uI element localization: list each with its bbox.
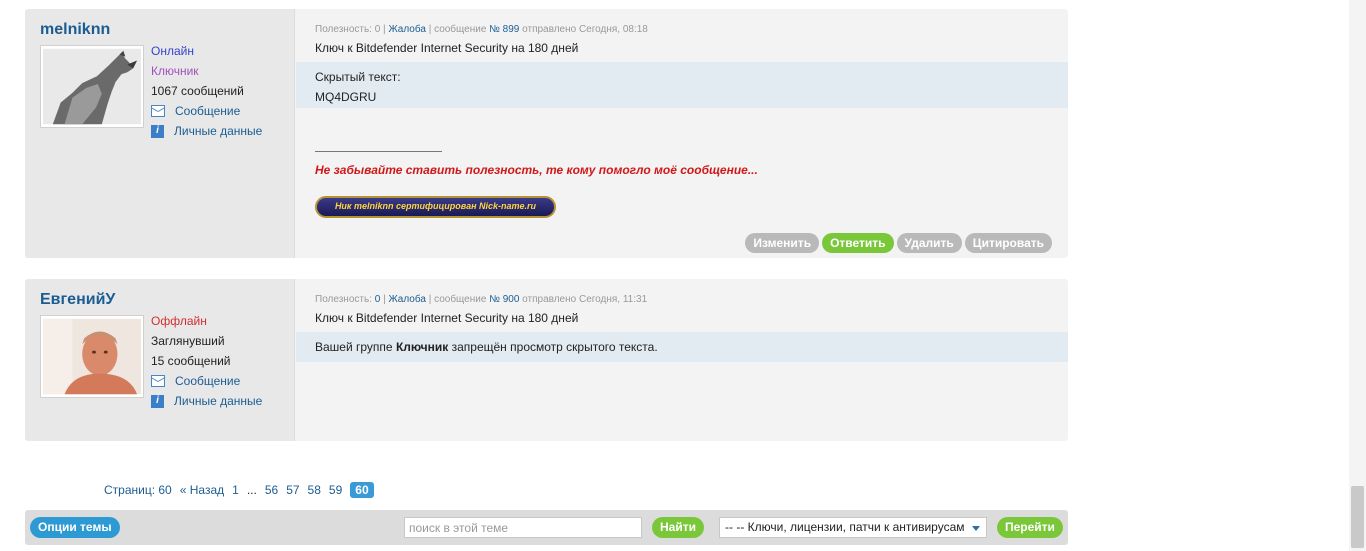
current-page: 60 [350, 482, 374, 498]
chevron-down-icon [972, 526, 980, 531]
hidden-text-box: Скрытый текст: MQ4DGRU [296, 62, 1068, 108]
post-899: melniknn Онлайн Ключник 1067 сообщений С… [25, 9, 1068, 258]
hidden-text-value: MQ4DGRU [315, 90, 377, 104]
info-icon: i [151, 124, 164, 138]
profile-link[interactable]: i Личные данные [151, 121, 262, 141]
prev-page-link[interactable]: « Назад [180, 483, 224, 497]
user-info: Оффлайн Заглянувший 15 сообщений Сообщен… [151, 311, 262, 411]
hidden-text-notice: Вашей группе Ключник запрещён просмотр с… [296, 332, 1068, 362]
signature-divider [315, 151, 442, 152]
meta-msg-prefix: | сообщение [425, 294, 490, 305]
meta-msg-prefix: | сообщение [425, 24, 490, 35]
edit-button[interactable]: Изменить [745, 233, 820, 253]
complaint-link[interactable]: Жалоба [388, 294, 425, 305]
forum-jump-value: -- -- Ключи, лицензии, патчи к антивирус… [725, 520, 965, 534]
page-link[interactable]: 58 [308, 483, 321, 497]
post-subject: Ключ к Bitdefender Internet Security на … [315, 41, 579, 55]
user-role: Ключник [151, 64, 199, 78]
signature-text: Не забывайте ставить полезность, те кому… [315, 163, 758, 177]
envelope-icon [151, 375, 165, 387]
profile-label: Личные данные [174, 394, 263, 408]
post-count: 1067 сообщений [151, 84, 244, 98]
post-author-panel: ЕвгенийУ Оффлайн Заглянувший 15 сообщени… [25, 279, 295, 441]
delete-button[interactable]: Удалить [896, 233, 962, 253]
envelope-icon [151, 105, 165, 117]
page-scrollbar[interactable] [1349, 0, 1366, 551]
meta-sent-time: отправлено Сегодня, 11:31 [519, 294, 648, 305]
reply-button[interactable]: Ответить [822, 233, 894, 253]
post-author-panel: melniknn Онлайн Ключник 1067 сообщений С… [25, 9, 295, 258]
topic-toolbar: Опции темы Найти -- -- Ключи, лицензии, … [25, 510, 1068, 545]
hidden-text-label: Скрытый текст: [315, 70, 401, 84]
pages-total-link[interactable]: Страниц: 60 [104, 483, 172, 497]
post-900: ЕвгенийУ Оффлайн Заглянувший 15 сообщени… [25, 279, 1068, 441]
page-link[interactable]: 59 [329, 483, 342, 497]
wolf-avatar-image [43, 48, 141, 125]
avatar[interactable] [40, 45, 144, 128]
user-info: Онлайн Ключник 1067 сообщений Сообщение … [151, 41, 262, 141]
post-number-link[interactable]: № 899 [489, 24, 519, 35]
online-status: Онлайн [151, 44, 194, 58]
page-link[interactable]: 57 [286, 483, 299, 497]
profile-label: Личные данные [174, 124, 263, 138]
post-meta: Полезность: 0 | Жалоба | сообщение № 900… [315, 294, 647, 305]
quote-button[interactable]: Цитировать [964, 233, 1052, 253]
post-content: Полезность: 0 | Жалоба | сообщение № 900… [296, 279, 1068, 441]
post-content: Полезность: 0 | Жалоба | сообщение № 899… [296, 9, 1068, 258]
user-role: Заглянувший [151, 334, 225, 348]
pagination: Страниц: 60 « Назад 1 ... 56 57 58 59 60 [104, 482, 382, 498]
username[interactable]: melniknn [40, 21, 110, 39]
post-number-link[interactable]: № 900 [489, 294, 519, 305]
scrollbar-thumb[interactable] [1351, 486, 1364, 548]
topic-options-button[interactable]: Опции темы [30, 517, 120, 538]
find-button[interactable]: Найти [652, 517, 704, 538]
offline-status: Оффлайн [151, 314, 207, 328]
meta-usefulness: Полезность: 0 | [315, 24, 389, 35]
post-subject: Ключ к Bitdefender Internet Security на … [315, 311, 579, 325]
meta-usefulness: Полезность: [315, 294, 375, 305]
user-photo-avatar [43, 318, 141, 395]
avatar[interactable] [40, 315, 144, 398]
profile-link[interactable]: i Личные данные [151, 391, 262, 411]
page-link[interactable]: 56 [265, 483, 278, 497]
send-message-label: Сообщение [175, 104, 241, 118]
topic-search-input[interactable] [404, 517, 642, 538]
send-message-link[interactable]: Сообщение [151, 371, 262, 391]
send-message-label: Сообщение [175, 374, 241, 388]
meta-sent-time: отправлено Сегодня, 08:18 [519, 24, 648, 35]
info-icon: i [151, 394, 164, 408]
notice-group: Ключник [395, 340, 449, 354]
go-button[interactable]: Перейти [997, 517, 1063, 538]
page-ellipsis: ... [246, 483, 257, 497]
notice-prefix: Вашей группе [315, 340, 396, 354]
send-message-link[interactable]: Сообщение [151, 101, 262, 121]
username[interactable]: ЕвгенийУ [40, 291, 115, 309]
page-link[interactable]: 1 [232, 483, 239, 497]
post-count: 15 сообщений [151, 354, 231, 368]
notice-suffix: запрещён просмотр скрытого текста. [448, 340, 658, 354]
post-actions: Изменить Ответить Удалить Цитировать [745, 233, 1052, 253]
complaint-link[interactable]: Жалоба [388, 24, 425, 35]
nick-certificate-badge[interactable]: Ник melniknn сертифицирован Nick-name.ru [315, 196, 556, 218]
forum-jump-select[interactable]: -- -- Ключи, лицензии, патчи к антивирус… [719, 517, 987, 538]
post-meta: Полезность: 0 | Жалоба | сообщение № 899… [315, 24, 648, 35]
